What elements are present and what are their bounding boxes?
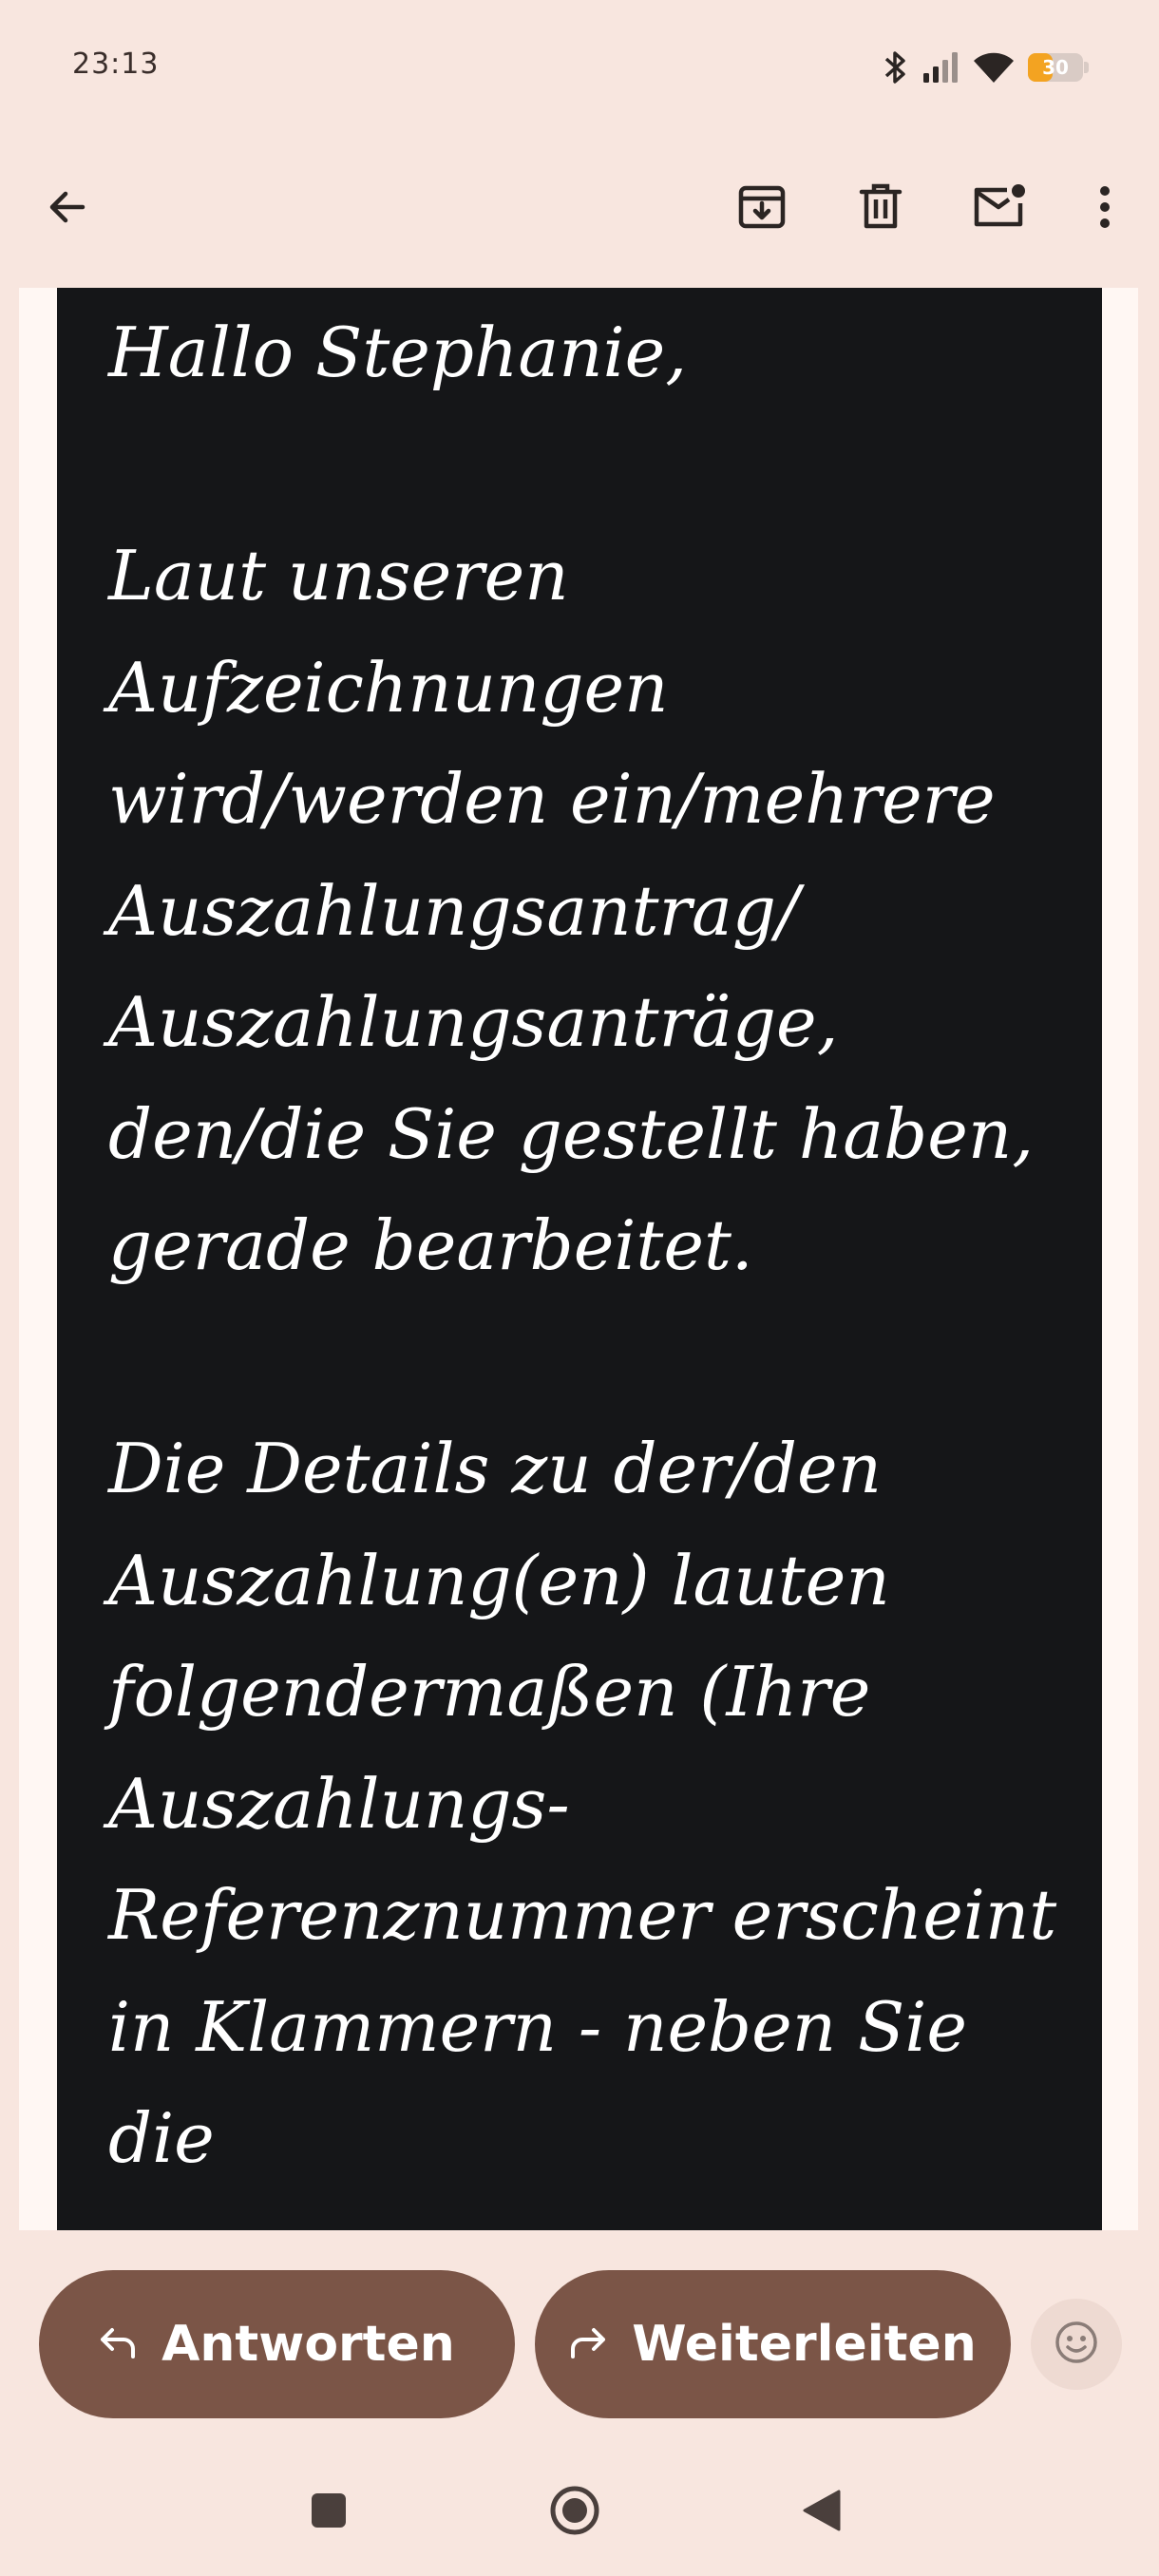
emoji-reaction-button[interactable] — [1031, 2299, 1122, 2390]
back-icon — [801, 2490, 843, 2535]
nav-back-button[interactable] — [779, 2470, 864, 2555]
archive-icon — [737, 182, 787, 236]
delete-icon — [858, 182, 903, 236]
reply-button[interactable]: Antworten — [39, 2270, 515, 2418]
forward-label: Weiterleiten — [632, 2316, 977, 2373]
back-arrow-icon — [45, 184, 90, 234]
message-actions: Antworten Weiterleiten — [0, 2270, 1159, 2422]
recents-icon — [310, 2491, 348, 2533]
mark-unread-button[interactable] — [960, 169, 1039, 249]
top-app-bar — [0, 152, 1159, 266]
back-button[interactable] — [28, 169, 107, 249]
smiley-icon — [1054, 2320, 1099, 2369]
battery-icon: 30 — [1028, 53, 1089, 82]
wifi-icon — [973, 51, 1015, 84]
more-options-button[interactable] — [1065, 169, 1145, 249]
system-nav-bar — [0, 2470, 1159, 2576]
email-body: Hallo Stephanie, Laut unseren Aufzeichnu… — [57, 288, 1102, 2230]
status-bar: 23:13 30 — [0, 0, 1159, 133]
home-icon — [548, 2484, 601, 2541]
home-button[interactable] — [532, 2470, 618, 2555]
email-paragraph: Hallo Stephanie, — [108, 313, 688, 392]
delete-button[interactable] — [841, 169, 921, 249]
reply-icon — [99, 2316, 137, 2373]
more-vert-icon — [1097, 184, 1112, 234]
email-paragraph: Laut unseren Aufzeichnungen wird/werden … — [108, 536, 1035, 1285]
bluetooth-icon — [884, 48, 908, 86]
email-content-area[interactable]: Hallo Stephanie, Laut unseren Aufzeichnu… — [19, 288, 1138, 2230]
recents-button[interactable] — [286, 2470, 371, 2555]
email-paragraph: Die Details zu der/den Auszahlung(en) la… — [108, 1429, 1057, 2178]
forward-button[interactable]: Weiterleiten — [535, 2270, 1011, 2418]
archive-button[interactable] — [722, 169, 802, 249]
forward-icon — [569, 2316, 607, 2373]
mark-unread-icon — [971, 182, 1028, 236]
signal-icon — [922, 50, 960, 85]
status-time: 23:13 — [72, 47, 160, 81]
reply-label: Antworten — [162, 2316, 455, 2373]
status-icons: 30 — [884, 46, 1089, 89]
